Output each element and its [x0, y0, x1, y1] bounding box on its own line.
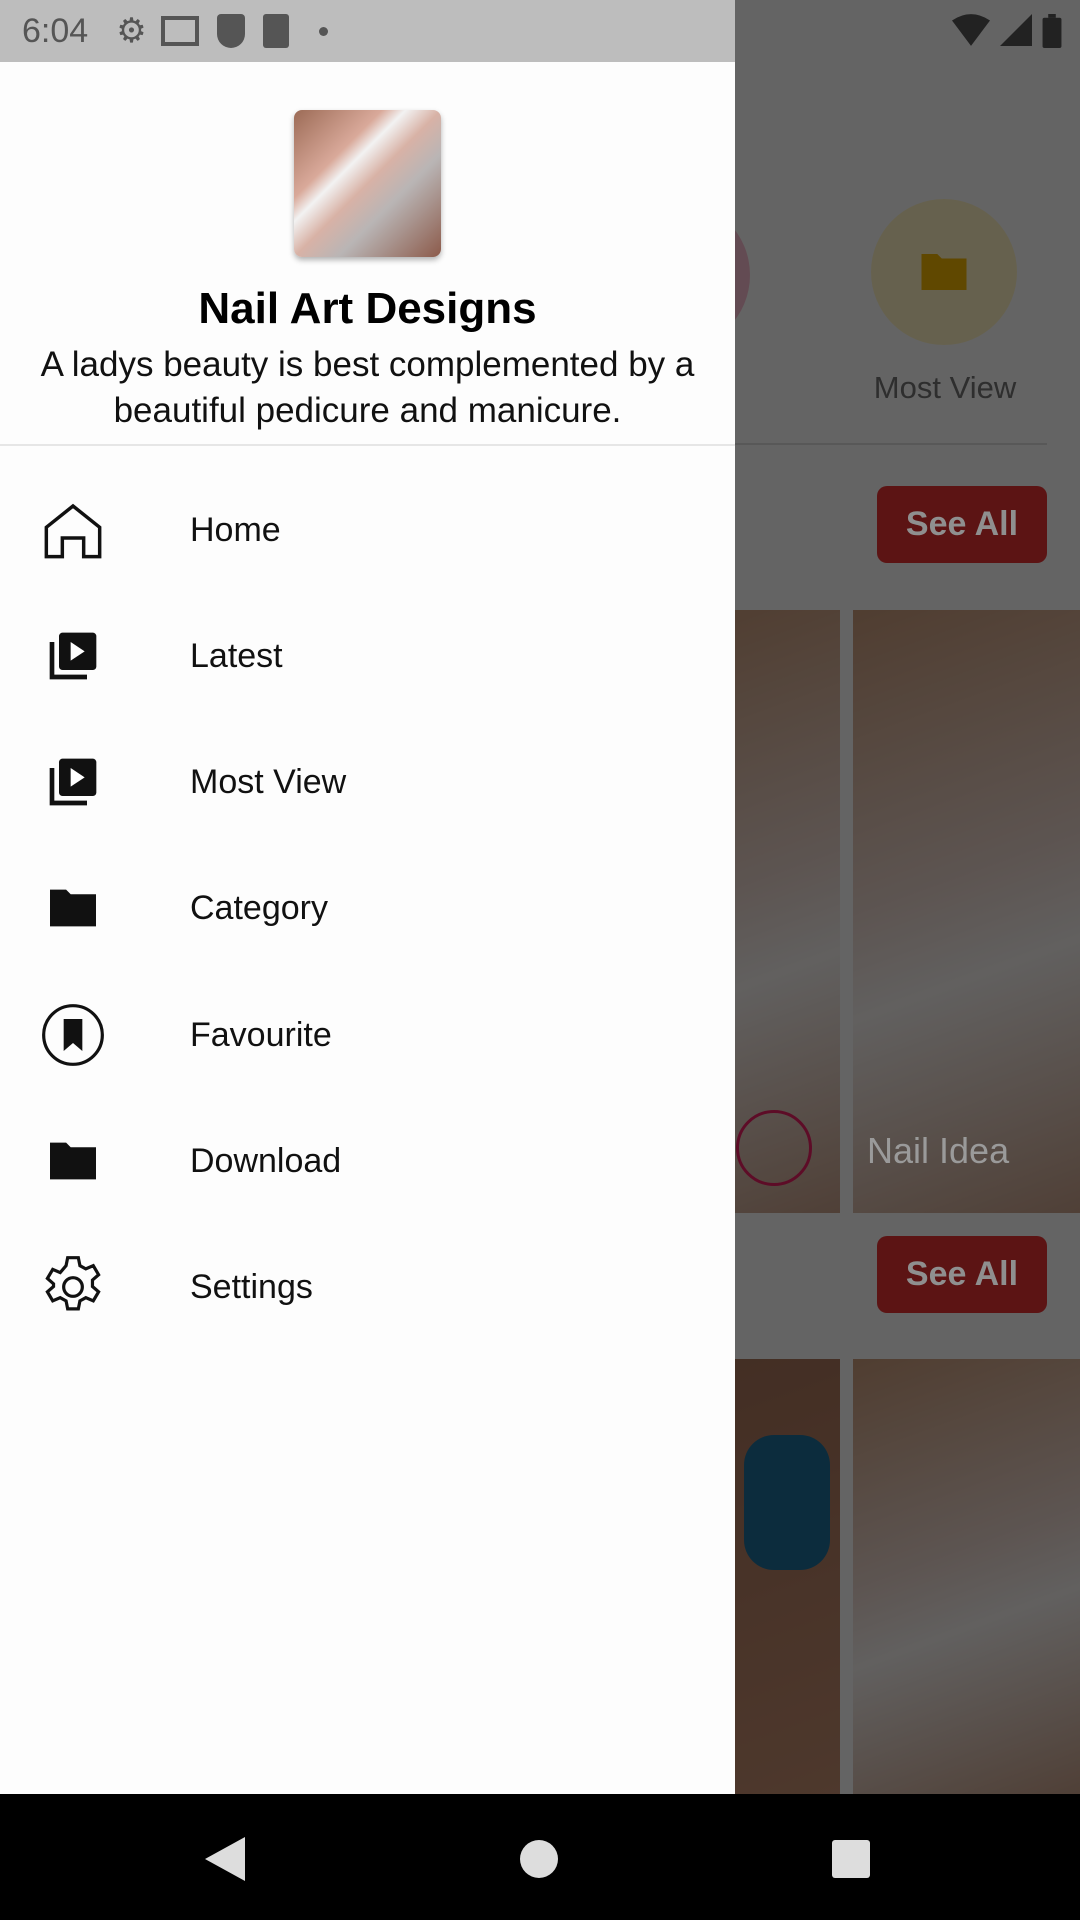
drawer-item-favourite[interactable]: Favourite: [0, 980, 735, 1090]
drawer-item-home[interactable]: Home: [0, 475, 735, 585]
clock: 6:04: [22, 11, 89, 50]
wifi-icon: [952, 14, 990, 46]
drawer-item-settings[interactable]: Settings: [0, 1232, 735, 1342]
folder-icon: [40, 1128, 106, 1194]
see-all-button[interactable]: See All: [877, 1236, 1047, 1313]
recents-icon[interactable]: [832, 1840, 870, 1878]
signal-icon: [1000, 14, 1032, 46]
status-bar: 6:04 ⚙: [0, 0, 1080, 62]
card-caption: Nail Idea: [867, 1130, 1010, 1171]
most-view-label: Most View: [873, 370, 1017, 405]
home-icon: [40, 497, 106, 563]
folder-icon: [40, 875, 106, 941]
see-all-button[interactable]: See All: [877, 486, 1047, 563]
divider: [0, 444, 735, 446]
dot-icon: [318, 26, 328, 36]
back-icon[interactable]: [204, 1837, 246, 1881]
home-button-icon[interactable]: [520, 1840, 558, 1878]
drawer-item-latest[interactable]: Latest: [0, 601, 735, 711]
app-logo: [294, 110, 441, 257]
drawer-item-category[interactable]: Category: [0, 853, 735, 963]
video-library-icon: [40, 623, 106, 689]
gmail-icon: [160, 16, 199, 46]
drawer-item-most-view[interactable]: Most View: [0, 727, 735, 837]
battery-icon: [1042, 14, 1062, 48]
navigation-drawer: Nail Art Designs A ladys beauty is best …: [0, 62, 735, 1794]
video-library-icon: [40, 749, 106, 815]
bookmark-circle-icon: [40, 1002, 106, 1068]
system-navigation-bar: [0, 1794, 1080, 1920]
status-bar-drawer-part: [0, 0, 735, 62]
app-description: A ladys beauty is best complemented by a…: [40, 345, 695, 430]
settings-notification-icon: ⚙: [116, 12, 147, 50]
play-protect-icon: [216, 14, 245, 48]
app-title: Nail Art Designs: [198, 284, 537, 333]
gear-icon: [40, 1254, 106, 1320]
drawer-item-download[interactable]: Download: [0, 1106, 735, 1216]
sd-card-icon: [262, 14, 289, 48]
